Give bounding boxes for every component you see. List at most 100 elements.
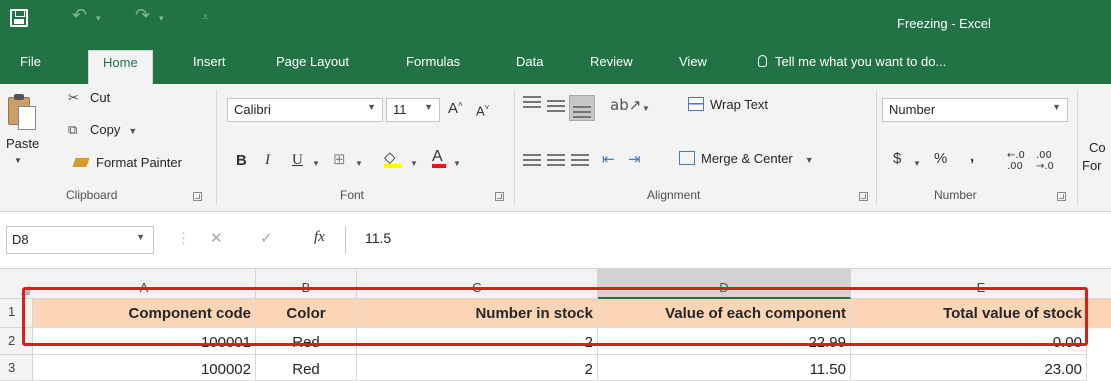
lightbulb-icon [758,55,767,67]
cell-b3[interactable]: Red [256,355,357,381]
orientation-icon[interactable]: ab↗ [610,96,641,114]
font-color-dropdown-icon[interactable]: ▼ [453,159,461,168]
increase-decimal-button[interactable]: ←.0 .00 [1007,150,1031,172]
tab-data[interactable]: Data [516,54,543,69]
number-launcher-icon[interactable] [1057,192,1066,201]
tab-view[interactable]: View [679,54,707,69]
clipboard-group-label: Clipboard [66,188,118,202]
font-launcher-icon[interactable] [495,192,504,201]
undo-icon[interactable]: ↶ [72,5,87,26]
cut-label: Cut [90,90,111,105]
font-color-icon[interactable]: A [432,148,446,168]
bottom-align-icon [573,106,591,118]
underline-dropdown-icon[interactable]: ▼ [312,159,320,168]
chevron-down-icon: ▼ [367,102,376,112]
paste-button[interactable]: Paste [6,136,39,151]
tab-review[interactable]: Review [590,54,633,69]
number-format-select[interactable]: Number ▼ [882,98,1068,122]
align-right-icon[interactable] [571,154,589,166]
cut-button[interactable]: ✂ Cut [68,90,110,106]
decrease-decimal-button[interactable]: .00 →.0 [1036,150,1060,172]
underline-button[interactable]: U [292,152,303,169]
paste-dropdown-icon[interactable]: ▼ [14,156,22,165]
ribbon: Paste ▼ ✂ Cut ⧉ Copy ▼ Format Painter Clipb… [0,84,1111,212]
chevron-down-icon: ▼ [136,232,145,242]
insert-function-icon[interactable]: fx [314,229,325,246]
increase-indent-icon[interactable]: ⇥ [628,150,641,168]
tab-home[interactable]: Home [88,50,153,84]
wrap-text-label: Wrap Text [710,97,769,112]
cell-d3[interactable]: 11.50 [598,355,851,381]
format-painter-label: Format Painter [96,155,182,170]
copy-dropdown-icon[interactable]: ▼ [128,126,137,136]
currency-button[interactable]: $ [893,150,901,167]
merge-icon [679,151,695,165]
number-format-value: Number [889,102,936,117]
title-bar: ↶ ▾ ↷ ▾ ⩡ Freezing - Excel [0,0,1111,44]
cancel-icon[interactable]: ✕ [210,229,223,247]
clipboard-launcher-icon[interactable] [193,192,202,201]
align-left-icon[interactable] [523,154,541,166]
undo-dropdown-icon[interactable]: ▾ [96,14,101,24]
borders-icon[interactable]: ⊞ [333,150,346,168]
font-group-label: Font [340,188,365,202]
middle-align-icon[interactable] [547,100,565,112]
alignment-launcher-icon[interactable] [859,192,868,201]
shrink-font-button[interactable]: A˅ [476,103,489,118]
italic-button[interactable]: I [265,152,270,169]
enter-icon[interactable]: ✓ [260,229,273,247]
paste-icon[interactable] [8,92,38,132]
fill-color-icon[interactable]: ◇ [384,148,402,168]
tab-file[interactable]: File [20,54,41,69]
font-size-value: 11 [393,102,407,117]
format-painter-button[interactable]: Format Painter [72,155,182,170]
customize-qat-icon[interactable]: ⩡ [202,10,209,25]
name-box[interactable]: D8 ▼ [6,226,154,254]
tab-formulas[interactable]: Formulas [406,54,460,69]
chevron-down-icon: ▼ [1052,102,1061,112]
name-box-value: D8 [12,232,29,247]
currency-dropdown-icon[interactable]: ▼ [913,159,921,168]
tab-page-layout[interactable]: Page Layout [276,54,349,69]
merge-dropdown-icon[interactable]: ▼ [805,155,814,165]
borders-dropdown-icon[interactable]: ▼ [355,159,363,168]
copy-label: Copy [90,122,121,137]
merge-center-button[interactable]: Merge & Center ▼ [679,151,814,166]
tell-me-text: Tell me what you want to do... [775,54,947,69]
tell-me-box[interactable]: Tell me what you want to do... [758,54,946,69]
cell-a3[interactable]: 100002 [33,355,256,381]
orientation-dropdown-icon[interactable]: ▼ [642,104,650,113]
cell-c3[interactable]: 2 [357,355,598,381]
redo-icon[interactable]: ↷ [135,5,150,26]
redo-dropdown-icon[interactable]: ▾ [159,14,164,24]
bottom-align-button[interactable] [569,95,595,121]
align-center-icon[interactable] [547,154,565,166]
alignment-group-label: Alignment [647,188,701,202]
row-header-3[interactable]: 3 [0,355,33,381]
formula-input[interactable]: 11.5 [365,230,391,246]
font-size-select[interactable]: 11 ▼ [386,98,440,122]
fill-color-dropdown-icon[interactable]: ▼ [410,159,418,168]
formula-bar: D8 ▼ ⋮ ✕ ✓ fx 11.5 [0,212,1111,269]
copy-button[interactable]: ⧉ Copy ▼ [68,122,137,138]
save-icon[interactable] [10,9,28,27]
top-align-icon[interactable] [523,96,541,108]
bold-button[interactable]: B [236,152,247,169]
merge-center-label: Merge & Center [701,151,793,166]
cell-e3[interactable]: 23.00 [851,355,1087,381]
tab-insert[interactable]: Insert [193,54,226,69]
copy-icon: ⧉ [68,123,78,138]
percent-button[interactable]: % [934,150,947,167]
font-name-select[interactable]: Calibri ▼ [227,98,383,122]
decrease-indent-icon[interactable]: ⇤ [602,150,615,168]
wrap-text-button[interactable]: Wrap Text [688,97,768,112]
comma-button[interactable]: , [970,148,974,165]
conditional-formatting-partial[interactable]: Co [1089,140,1106,155]
brush-icon [72,158,90,167]
window-title: Freezing - Excel [897,16,991,31]
chevron-down-icon: ▼ [424,102,433,112]
conditional-formatting-partial-2[interactable]: For [1082,158,1102,173]
grow-font-button[interactable]: A˄ [448,100,463,117]
font-name-value: Calibri [234,102,271,117]
highlight-annotation [22,287,1088,346]
